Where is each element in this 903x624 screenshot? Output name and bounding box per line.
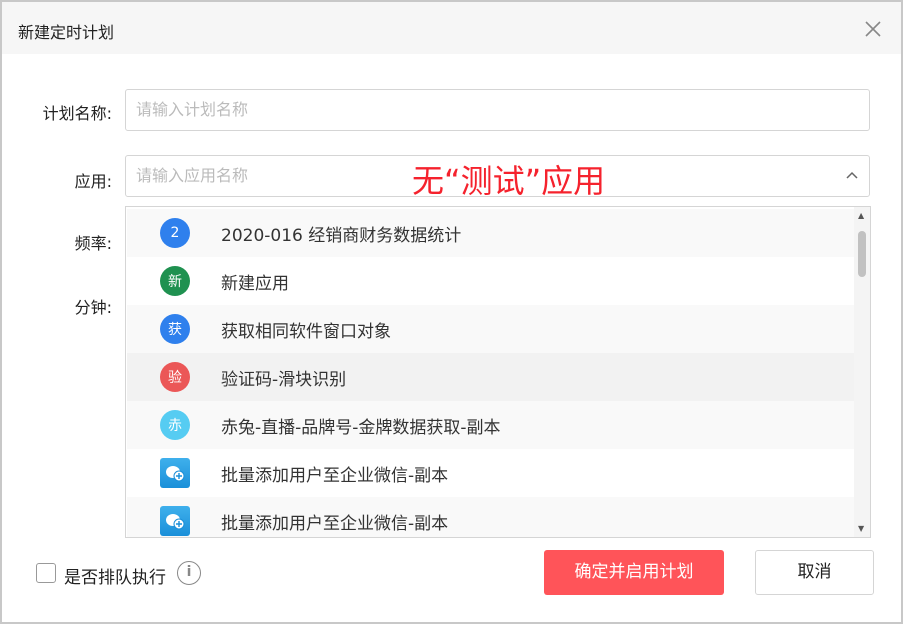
app-label: 应用: [74,172,112,191]
app-dropdown-list: 2 2020-016 经销商财务数据统计新 新建应用获 获取相同软件窗口对象验 验证码-… [125,206,871,538]
plan-name-label: 计划名称: [42,104,112,123]
wechat-icon [160,506,190,536]
dialog-title: 新建定时计划 [18,23,115,42]
confirm-enable-button[interactable]: 确定并启用计划 [544,550,724,595]
app-option[interactable]: 获 获取相同软件窗口对象 [127,305,855,353]
scroll-down-icon[interactable]: ▼ [858,524,864,533]
app-option-label: 批量添加用户至企业微信-副本 [221,513,449,534]
scrollbar-thumb[interactable] [858,231,866,277]
app-badge-icon: 获 [160,314,190,344]
app-badge-icon: 赤 [160,410,190,440]
cancel-button[interactable]: 取消 [755,550,874,595]
app-placeholder: 请输入应用名称 [136,166,249,185]
app-option[interactable]: 新 新建应用 [127,257,855,305]
plan-name-input[interactable]: 请输入计划名称 [125,89,870,131]
app-option-label: 赤兔-直播-品牌号-金牌数据获取-副本 [221,417,501,438]
scroll-up-icon[interactable]: ▲ [858,211,864,220]
scrollbar[interactable]: ▲ ▼ [854,207,870,537]
dialog-header: 新建定时计划 [2,2,901,54]
app-option[interactable]: 批量添加用户至企业微信-副本 [127,497,855,537]
wechat-icon [160,458,190,488]
app-option-label: 批量添加用户至企业微信-副本 [221,465,449,486]
chevron-up-icon[interactable] [845,170,859,180]
new-schedule-dialog: 新建定时计划 计划名称: 请输入计划名称 应用: 请输入应用名称 无“测试”应用… [0,0,903,624]
app-option[interactable]: 验 验证码-滑块识别 [127,353,855,401]
frequency-label: 频率: [74,234,112,253]
app-option-label: 获取相同软件窗口对象 [221,321,391,342]
queue-checkbox[interactable] [36,563,56,583]
app-option[interactable]: 2 2020-016 经销商财务数据统计 [127,209,855,257]
app-badge-icon: 新 [160,266,190,296]
close-icon[interactable] [862,18,884,40]
app-option-label: 2020-016 经销商财务数据统计 [221,225,462,246]
app-badge-icon: 2 [160,218,190,248]
annotation-text: 无“测试”应用 [412,162,606,200]
info-icon[interactable]: i [177,561,201,585]
minute-label: 分钟: [74,298,112,317]
app-badge-icon: 验 [160,362,190,392]
app-option-label: 验证码-滑块识别 [221,369,347,390]
app-option-label: 新建应用 [221,273,289,294]
queue-label: 是否排队执行 [64,568,166,588]
app-option[interactable]: 赤 赤兔-直播-品牌号-金牌数据获取-副本 [127,401,855,449]
app-option[interactable]: 批量添加用户至企业微信-副本 [127,449,855,497]
